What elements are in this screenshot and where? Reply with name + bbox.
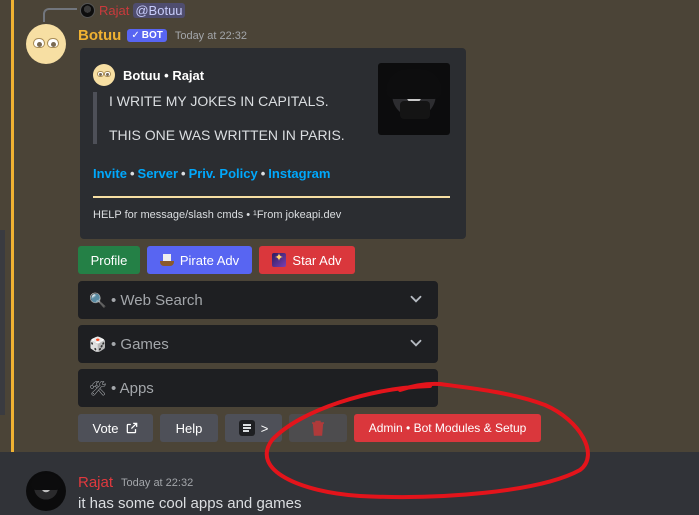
apps-select-label: • Apps — [111, 379, 154, 397]
reply-spine — [43, 8, 77, 22]
more-button-label: > — [260, 420, 269, 436]
server-link[interactable]: Server — [138, 166, 178, 181]
vote-button[interactable]: Vote — [78, 414, 153, 442]
dice-icon: 🎲 — [89, 335, 107, 352]
privacy-policy-link[interactable]: Priv. Policy — [189, 166, 258, 181]
user-avatar[interactable] — [26, 471, 66, 511]
link-separator: • — [129, 166, 135, 181]
bot-message-timestamp: Today at 22:32 — [174, 29, 247, 42]
reply-preview[interactable]: Rajat @Botuu — [80, 3, 185, 18]
embed-author-icon — [93, 64, 115, 86]
embed-author-name: Botuu • Rajat — [123, 67, 205, 83]
verified-check-icon: ✓ — [131, 30, 140, 41]
chevron-down-icon — [407, 290, 425, 308]
avatar-eye-left — [33, 38, 45, 48]
author-eye-left — [97, 71, 104, 77]
user-message-text: it has some cool apps and games — [78, 495, 302, 512]
user-avatar-hair — [31, 474, 61, 490]
help-button-label: Help — [175, 420, 203, 436]
bot-tag-label: BOT — [141, 30, 163, 41]
pirate-adventure-label: Pirate Adv — [179, 252, 240, 268]
embed-author: Botuu • Rajat — [93, 64, 204, 86]
embed-links: Invite • Server • Priv. Policy • Instagram — [93, 166, 330, 181]
user-message-header: Rajat Today at 22:32 — [78, 474, 193, 491]
web-search-select[interactable]: 🔍 • Web Search — [78, 281, 438, 319]
external-link-icon — [125, 421, 139, 435]
bot-username[interactable]: Botuu — [78, 27, 121, 44]
profile-button-label: Profile — [90, 252, 128, 268]
joke-setup: I WRITE MY JOKES IN CAPITALS. — [109, 93, 329, 109]
author-eye-right — [104, 71, 111, 77]
games-select[interactable]: 🎲 • Games — [78, 325, 438, 363]
chevron-down-icon — [407, 334, 425, 352]
trash-icon — [311, 420, 325, 436]
profile-button[interactable]: Profile — [78, 246, 140, 274]
night-sky-icon — [272, 251, 287, 267]
avatar-eye-right — [47, 38, 59, 48]
link-separator: • — [181, 166, 186, 181]
mention-highlight-bar — [11, 0, 14, 452]
thumbnail-hair — [386, 69, 442, 99]
more-button[interactable]: > — [225, 414, 282, 442]
magnifier-icon: 🔍 — [89, 291, 107, 308]
admin-setup-button-label: Admin • Bot Modules & Setup — [368, 421, 527, 435]
joke-punchline: THIS ONE WAS WRITTEN IN PARIS. — [109, 127, 345, 143]
delete-button[interactable] — [289, 414, 347, 442]
notepad-icon — [238, 420, 255, 436]
star-adventure-button[interactable]: Star Adv — [259, 246, 355, 274]
reply-avatar[interactable] — [80, 3, 95, 18]
games-select-label: • Games — [111, 335, 169, 353]
help-button[interactable]: Help — [160, 414, 218, 442]
pirate-adventure-button[interactable]: Pirate Adv — [147, 246, 252, 274]
link-separator: • — [260, 166, 266, 181]
scrollbar-track[interactable] — [0, 230, 5, 415]
reply-username[interactable]: Rajat — [99, 3, 129, 18]
user-message-timestamp: Today at 22:32 — [121, 476, 194, 489]
star-adventure-label: Star Adv — [292, 252, 342, 268]
tools-icon: 🛠 — [89, 379, 107, 396]
vote-button-label: Vote — [92, 420, 119, 436]
embed-divider — [93, 196, 450, 198]
joke-embed: Botuu • Rajat I WRITE MY JOKES IN CAPITA… — [80, 48, 466, 239]
embed-quote: I WRITE MY JOKES IN CAPITALS. THIS ONE W… — [93, 92, 353, 144]
admin-setup-button[interactable]: Admin • Bot Modules & Setup — [354, 414, 541, 442]
web-search-select-label: • Web Search — [111, 291, 203, 309]
pirate-ship-icon — [159, 254, 174, 266]
embed-footer: HELP for message/slash cmds • ¹From joke… — [93, 209, 342, 221]
invite-link[interactable]: Invite — [93, 166, 127, 181]
user-username[interactable]: Rajat — [78, 474, 113, 491]
bot-message-header: Botuu ✓ BOT Today at 22:32 — [78, 27, 247, 44]
bot-tag: ✓ BOT — [127, 29, 167, 42]
apps-select[interactable]: 🛠 • Apps — [78, 369, 438, 407]
embed-thumbnail[interactable] — [378, 63, 450, 135]
reply-mention[interactable]: @Botuu — [133, 3, 185, 18]
instagram-link[interactable]: Instagram — [268, 166, 330, 181]
thumbnail-mask — [400, 101, 430, 119]
bot-avatar[interactable] — [26, 24, 66, 64]
